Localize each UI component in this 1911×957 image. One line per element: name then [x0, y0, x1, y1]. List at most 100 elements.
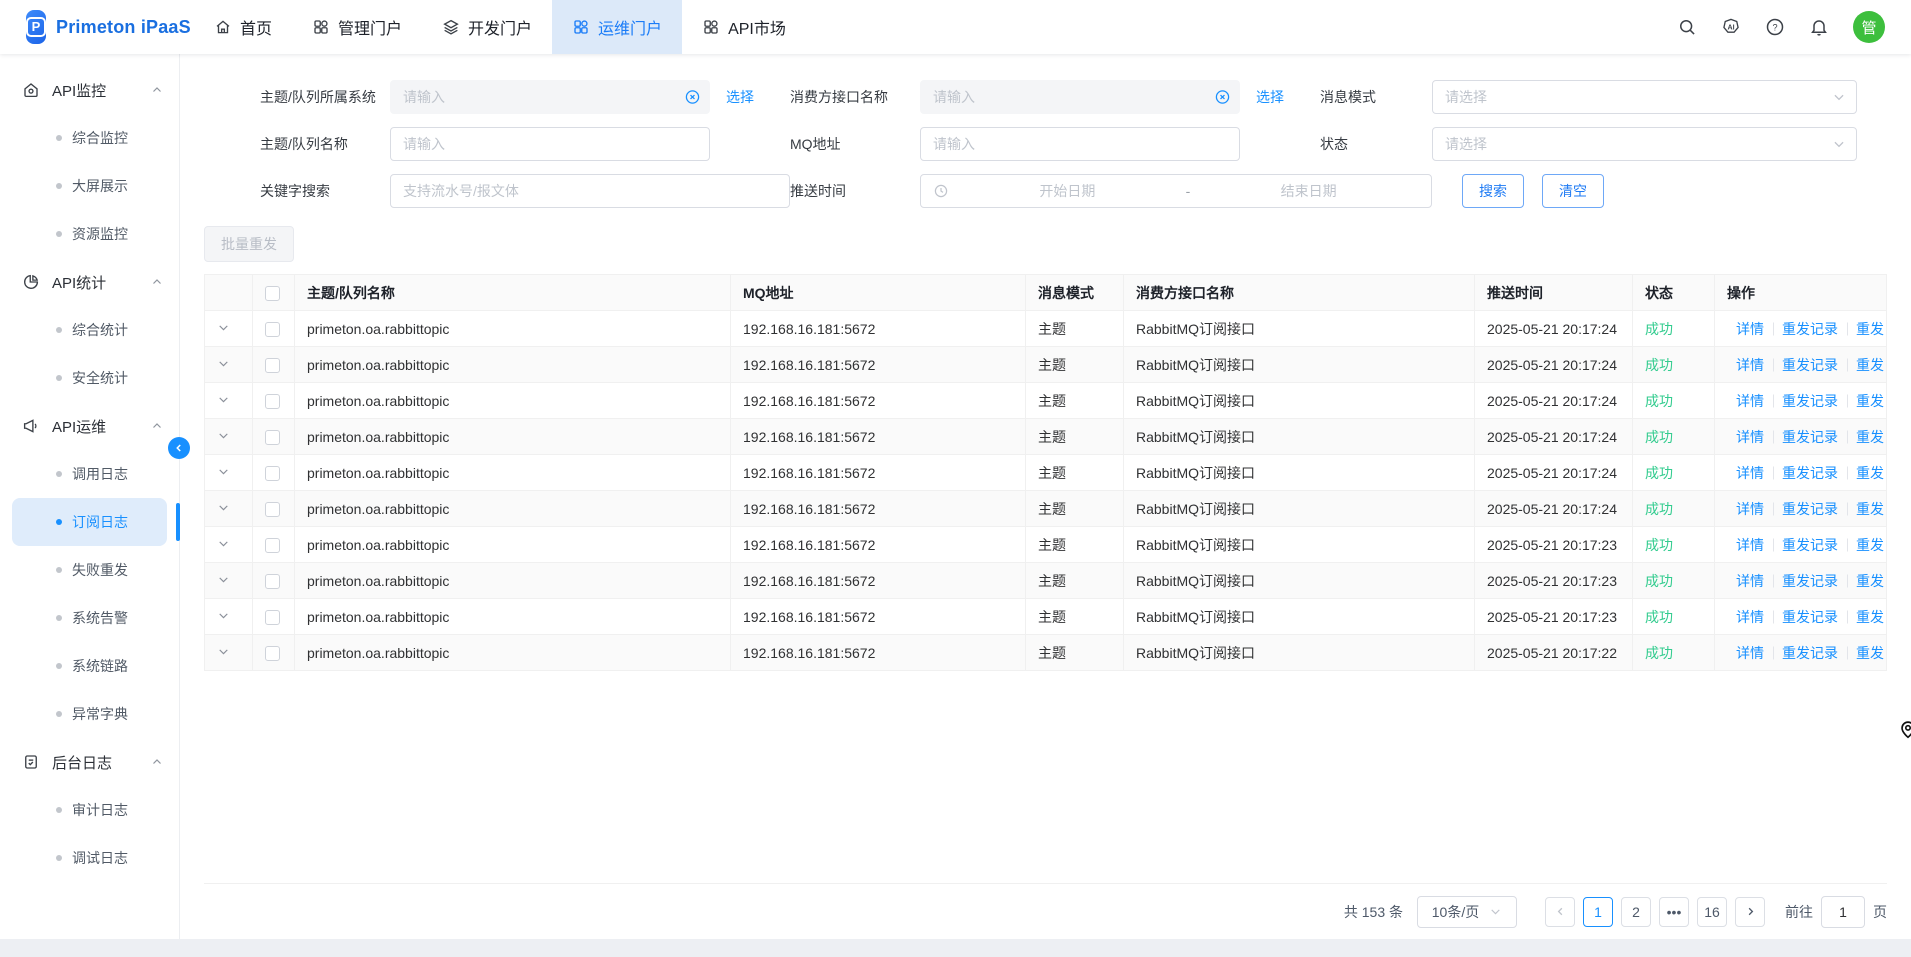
sidebar-group-api-monitor[interactable]: API监控 — [0, 66, 179, 114]
resend-record-link[interactable]: 重发记录 — [1773, 429, 1847, 445]
message-mode-select[interactable]: 请选择 — [1432, 80, 1857, 114]
search-button[interactable]: 搜索 — [1462, 174, 1524, 208]
sidebar-item[interactable]: 调用日志 — [12, 450, 167, 498]
system-input[interactable] — [390, 80, 710, 114]
sidebar-group-api-ops[interactable]: API运维 — [0, 402, 179, 450]
sidebar-item[interactable]: 审计日志 — [12, 786, 167, 834]
resend-link[interactable]: 重发 — [1847, 465, 1887, 481]
mq-address-input[interactable] — [920, 127, 1240, 161]
nav-home[interactable]: 首页 — [194, 0, 292, 54]
row-checkbox[interactable] — [265, 574, 280, 589]
nav-ops-portal[interactable]: 运维门户 — [552, 0, 682, 54]
resend-link[interactable]: 重发 — [1847, 357, 1887, 373]
page-ellipsis[interactable]: ••• — [1659, 897, 1689, 927]
nav-api-market[interactable]: API市场 — [682, 0, 806, 54]
resend-link[interactable]: 重发 — [1847, 501, 1887, 517]
consumer-input[interactable] — [920, 80, 1240, 114]
sidebar-item[interactable]: 大屏展示 — [12, 162, 167, 210]
clear-button[interactable]: 清空 — [1542, 174, 1604, 208]
sidebar-item[interactable]: 异常字典 — [12, 690, 167, 738]
keyword-input[interactable] — [390, 174, 790, 208]
goto-page-input[interactable] — [1821, 896, 1865, 928]
row-expand-chevron-icon[interactable] — [217, 609, 230, 622]
row-expand-chevron-icon[interactable] — [217, 393, 230, 406]
sidebar-item[interactable]: 综合监控 — [12, 114, 167, 162]
sidebar-group-api-stats[interactable]: API统计 — [0, 258, 179, 306]
row-checkbox[interactable] — [265, 322, 280, 337]
resend-link[interactable]: 重发 — [1847, 321, 1887, 337]
row-checkbox[interactable] — [265, 502, 280, 517]
resend-link[interactable]: 重发 — [1847, 393, 1887, 409]
ai-assistant-icon[interactable]: AI — [1721, 17, 1741, 37]
consumer-select-link[interactable]: 选择 — [1240, 87, 1320, 107]
detail-link[interactable]: 详情 — [1727, 609, 1773, 625]
resend-link[interactable]: 重发 — [1847, 609, 1887, 625]
resend-record-link[interactable]: 重发记录 — [1773, 501, 1847, 517]
sidebar-item[interactable]: 订阅日志 — [12, 498, 167, 546]
row-checkbox[interactable] — [265, 430, 280, 445]
detail-link[interactable]: 详情 — [1727, 429, 1773, 445]
resend-link[interactable]: 重发 — [1847, 537, 1887, 553]
topic-name-input[interactable] — [390, 127, 710, 161]
resend-link[interactable]: 重发 — [1847, 573, 1887, 589]
sidebar-item[interactable]: 系统告警 — [12, 594, 167, 642]
resend-record-link[interactable]: 重发记录 — [1773, 537, 1847, 553]
row-checkbox[interactable] — [265, 610, 280, 625]
page-size-select[interactable]: 10条/页 — [1417, 896, 1517, 928]
resend-link[interactable]: 重发 — [1847, 429, 1887, 445]
row-checkbox[interactable] — [265, 646, 280, 661]
row-checkbox[interactable] — [265, 358, 280, 373]
nav-dev-portal[interactable]: 开发门户 — [422, 0, 552, 54]
page-button-1[interactable]: 1 — [1583, 897, 1613, 927]
sidebar-item[interactable]: 调试日志 — [12, 834, 167, 882]
detail-link[interactable]: 详情 — [1727, 645, 1773, 661]
row-expand-chevron-icon[interactable] — [217, 357, 230, 370]
resend-record-link[interactable]: 重发记录 — [1773, 609, 1847, 625]
floating-pin-icon[interactable] — [1897, 718, 1911, 740]
prev-page-button[interactable] — [1545, 897, 1575, 927]
resend-record-link[interactable]: 重发记录 — [1773, 393, 1847, 409]
resend-record-link[interactable]: 重发记录 — [1773, 321, 1847, 337]
nav-admin-portal[interactable]: 管理门户 — [292, 0, 422, 54]
resend-record-link[interactable]: 重发记录 — [1773, 645, 1847, 661]
sidebar-item[interactable]: 失败重发 — [12, 546, 167, 594]
row-expand-chevron-icon[interactable] — [217, 537, 230, 550]
detail-link[interactable]: 详情 — [1727, 501, 1773, 517]
detail-link[interactable]: 详情 — [1727, 573, 1773, 589]
page-button-16[interactable]: 16 — [1697, 897, 1727, 927]
clear-circle-icon[interactable] — [1214, 89, 1231, 106]
row-expand-chevron-icon[interactable] — [217, 321, 230, 334]
detail-link[interactable]: 详情 — [1727, 393, 1773, 409]
row-checkbox[interactable] — [265, 538, 280, 553]
detail-link[interactable]: 详情 — [1727, 357, 1773, 373]
clear-circle-icon[interactable] — [684, 89, 701, 106]
sidebar-item[interactable]: 资源监控 — [12, 210, 167, 258]
system-select-link[interactable]: 选择 — [710, 87, 790, 107]
row-expand-chevron-icon[interactable] — [217, 465, 230, 478]
row-checkbox[interactable] — [265, 466, 280, 481]
detail-link[interactable]: 详情 — [1727, 465, 1773, 481]
sidebar-item[interactable]: 综合统计 — [12, 306, 167, 354]
row-expand-chevron-icon[interactable] — [217, 501, 230, 514]
sidebar-item[interactable]: 系统链路 — [12, 642, 167, 690]
sidebar-item[interactable]: 安全统计 — [12, 354, 167, 402]
user-avatar[interactable]: 管 — [1853, 11, 1885, 43]
push-time-range-picker[interactable]: 开始日期 - 结束日期 — [920, 174, 1432, 208]
resend-record-link[interactable]: 重发记录 — [1773, 465, 1847, 481]
batch-resend-button[interactable]: 批量重发 — [204, 226, 294, 262]
search-icon[interactable] — [1677, 17, 1697, 37]
resend-record-link[interactable]: 重发记录 — [1773, 357, 1847, 373]
select-all-checkbox[interactable] — [265, 286, 280, 301]
resend-record-link[interactable]: 重发记录 — [1773, 573, 1847, 589]
notification-bell-icon[interactable] — [1809, 17, 1829, 37]
next-page-button[interactable] — [1735, 897, 1765, 927]
row-expand-chevron-icon[interactable] — [217, 573, 230, 586]
detail-link[interactable]: 详情 — [1727, 537, 1773, 553]
detail-link[interactable]: 详情 — [1727, 321, 1773, 337]
row-expand-chevron-icon[interactable] — [217, 429, 230, 442]
page-button-2[interactable]: 2 — [1621, 897, 1651, 927]
status-select[interactable]: 请选择 — [1432, 127, 1857, 161]
row-checkbox[interactable] — [265, 394, 280, 409]
help-icon[interactable]: ? — [1765, 17, 1785, 37]
sidebar-collapse-button[interactable] — [168, 437, 190, 459]
